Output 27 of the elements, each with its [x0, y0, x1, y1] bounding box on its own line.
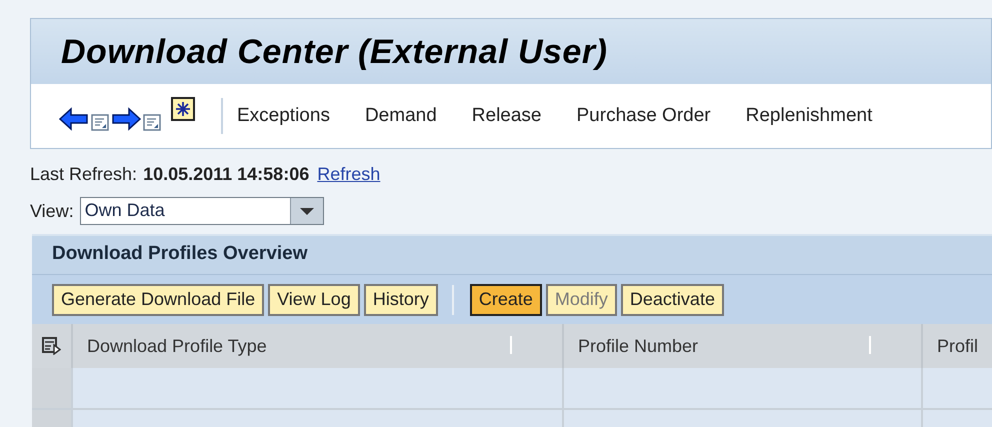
label: View: — [30, 200, 74, 222]
forward-arrow-icon[interactable] — [111, 107, 141, 131]
panel-header: Download Profiles Overview — [32, 234, 992, 274]
column-header[interactable]: Download Profile Type — [72, 324, 563, 368]
column-header[interactable]: Profil — [922, 324, 992, 368]
toolbar-button[interactable]: Create — [470, 284, 542, 316]
nav-link[interactable]: Replenishment — [746, 105, 872, 127]
nav-link[interactable]: Release — [472, 105, 542, 127]
label: Last Refresh: — [30, 164, 138, 184]
document-icon[interactable] — [91, 114, 109, 131]
column-header[interactable]: Profile Number — [563, 324, 922, 368]
column-settings-icon[interactable] — [42, 337, 61, 355]
view-dropdown[interactable]: Own Data — [80, 197, 324, 225]
nav-link[interactable]: Demand — [364, 105, 437, 127]
asterisk-icon[interactable] — [171, 97, 195, 121]
document-icon[interactable] — [143, 114, 161, 131]
nav-link[interactable]: Purchase Order — [576, 105, 711, 127]
refresh-link[interactable]: Refresh — [317, 164, 380, 184]
toolbar-button[interactable]: Generate Download File — [52, 284, 264, 316]
toolbar-button[interactable]: View Log — [268, 284, 360, 316]
toolbar-button[interactable]: Deactivate — [620, 284, 724, 316]
caret-icon[interactable] — [300, 208, 314, 214]
toolbar-button[interactable]: History — [364, 284, 438, 316]
back-arrow-icon[interactable] — [59, 107, 89, 131]
window-title: Download Center (External User) — [61, 33, 608, 72]
timestamp: 10.05.2011 14:58:06 — [143, 164, 310, 184]
nav-link[interactable]: Exceptions — [237, 105, 330, 127]
